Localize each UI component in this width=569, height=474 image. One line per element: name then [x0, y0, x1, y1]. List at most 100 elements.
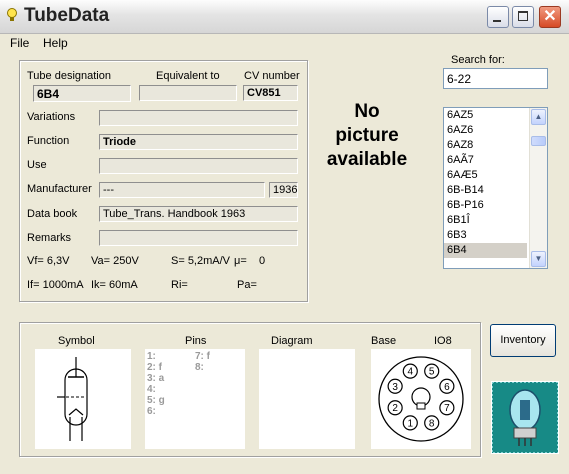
- base-type: IO8: [434, 335, 452, 347]
- data-book-field[interactable]: Tube_Trans. Handbook 1963: [99, 206, 298, 222]
- equivalent-label: Equivalent to: [156, 70, 220, 82]
- remarks-field[interactable]: [99, 230, 298, 246]
- base-label: Base: [371, 335, 397, 347]
- base-pin-label: 5: [429, 367, 435, 378]
- maximize-button[interactable]: [512, 6, 534, 28]
- tube-list-item[interactable]: 6AZ8: [444, 138, 527, 153]
- menu-bar: File Help: [0, 34, 569, 52]
- no-picture-message: No picture available: [318, 100, 416, 172]
- search-label: Search for:: [451, 54, 505, 66]
- diagram-panel: [259, 349, 355, 449]
- remarks-label: Remarks: [27, 232, 72, 244]
- pins-label: Pins: [185, 335, 207, 347]
- tube-list-item[interactable]: 6B-P16: [444, 198, 527, 213]
- chevron-up-icon: ▲: [534, 112, 543, 121]
- pin-entry: 2: f: [147, 362, 162, 373]
- close-icon: ✕: [543, 8, 557, 25]
- base-pin-label: 4: [408, 367, 414, 378]
- base-panel: 12 34 56 78: [371, 349, 471, 449]
- function-field[interactable]: Triode: [99, 134, 298, 150]
- data-book-label: Data book: [27, 208, 78, 220]
- function-label: Function: [27, 135, 70, 147]
- tube-list-item[interactable]: 6AÃ7: [444, 153, 527, 168]
- chevron-down-icon: ▼: [534, 254, 543, 263]
- scroll-up-button[interactable]: ▲: [531, 109, 546, 125]
- s-value: S= 5,2mA/V: [171, 255, 231, 267]
- base-pin-label: 6: [444, 382, 450, 393]
- menu-file[interactable]: File: [10, 36, 29, 50]
- base-pin-label: 7: [444, 403, 450, 414]
- pa-value: Pa=: [237, 279, 257, 291]
- base-pin: 4: [402, 363, 418, 379]
- close-button[interactable]: ✕: [539, 6, 561, 28]
- cv-number-field[interactable]: CV851: [243, 85, 298, 101]
- tube-designation-label: Tube designation: [27, 70, 111, 82]
- title-bar[interactable]: TubeData ✕: [0, 0, 569, 34]
- tube-logo: [491, 381, 559, 454]
- variations-field[interactable]: [99, 110, 298, 126]
- no-picture-line3: available: [326, 149, 408, 170]
- ik-value: Ik= 60mA: [91, 279, 138, 291]
- inventory-button[interactable]: Inventory: [490, 324, 556, 357]
- tube-list-item[interactable]: 6B-B14: [444, 183, 527, 198]
- pin-entry: 8:: [195, 362, 204, 373]
- manufacturer-field[interactable]: ---: [99, 182, 265, 198]
- base-pin-label: 3: [392, 382, 398, 393]
- diagram-label: Diagram: [271, 335, 313, 347]
- scroll-down-button[interactable]: ▼: [531, 251, 546, 267]
- year-field[interactable]: 1936: [269, 182, 298, 198]
- tube-list-item[interactable]: 6AÆ5: [444, 168, 527, 183]
- symbol-panel: [35, 349, 131, 449]
- pin-entry: 3: a: [147, 373, 165, 384]
- app-window: TubeData ✕ File Help Tube designation Eq…: [0, 0, 569, 474]
- tube-list-item[interactable]: 6B4: [444, 243, 527, 258]
- tube-list-item[interactable]: 6AZ6: [444, 123, 527, 138]
- vf-value: Vf= 6,3V: [27, 255, 70, 267]
- tube-list-item[interactable]: 6B1Î: [444, 213, 527, 228]
- pins-column-left: 1: 2: f 3: a 4: 5: g 6:: [147, 351, 165, 417]
- octal-base-diagram: 12 34 56 78: [378, 356, 464, 442]
- base-pin: 7: [439, 400, 455, 416]
- base-pin-label: 1: [408, 418, 414, 429]
- variations-label: Variations: [27, 111, 76, 123]
- if-value: If= 1000mA: [27, 279, 84, 291]
- base-pin: 1: [402, 415, 418, 431]
- no-picture-line2: picture: [335, 125, 399, 146]
- vacuum-tube-logo-icon: [492, 382, 558, 453]
- minimize-button[interactable]: [487, 6, 509, 28]
- base-pin: 2: [387, 400, 403, 416]
- base-pin: 3: [387, 378, 403, 394]
- triode-symbol-icon: [57, 357, 88, 441]
- scroll-thumb[interactable]: [531, 136, 546, 146]
- base-pin: 5: [424, 363, 440, 379]
- pin-entry: 4:: [147, 384, 156, 395]
- use-field[interactable]: [99, 158, 298, 174]
- mu-label: μ=: [234, 255, 247, 267]
- symbol-label: Symbol: [58, 335, 95, 347]
- pin-entry: 7: f: [195, 351, 210, 362]
- tube-designation-field[interactable]: 6B4: [33, 85, 131, 102]
- lightbulb-icon: [6, 7, 18, 26]
- search-input[interactable]: [443, 68, 548, 89]
- pin-entry: 6:: [147, 406, 156, 417]
- pins-column-right: 7: f 8:: [195, 351, 210, 373]
- cv-number-label: CV number: [244, 70, 300, 82]
- pin-entry: 5: g: [147, 395, 165, 406]
- no-picture-line1: No: [354, 101, 380, 122]
- list-scrollbar[interactable]: ▲ ▼: [529, 108, 547, 268]
- window-title: TubeData: [24, 5, 110, 26]
- ri-value: Ri=: [171, 279, 188, 291]
- base-pin: 8: [424, 415, 440, 431]
- mu-value: 0: [259, 255, 266, 267]
- tube-list-item[interactable]: 6B3: [444, 228, 527, 243]
- menu-help[interactable]: Help: [43, 36, 68, 50]
- use-label: Use: [27, 159, 47, 171]
- tube-list-item[interactable]: 6AZ5: [444, 108, 527, 123]
- base-pin-label: 8: [429, 418, 435, 429]
- equivalent-field[interactable]: [139, 85, 237, 101]
- manufacturer-label: Manufacturer: [27, 183, 92, 195]
- minimize-icon: [493, 20, 501, 22]
- pin-entry: 1:: [147, 351, 156, 362]
- tube-listbox[interactable]: 6AZ5 6AZ6 6AZ8 6AÃ7 6AÆ5 6B-B14 6B-P16 6B1Î 6B3 6…: [443, 107, 548, 269]
- pins-panel: 1: 2: f 3: a 4: 5: g 6: 7: f 8:: [145, 349, 245, 449]
